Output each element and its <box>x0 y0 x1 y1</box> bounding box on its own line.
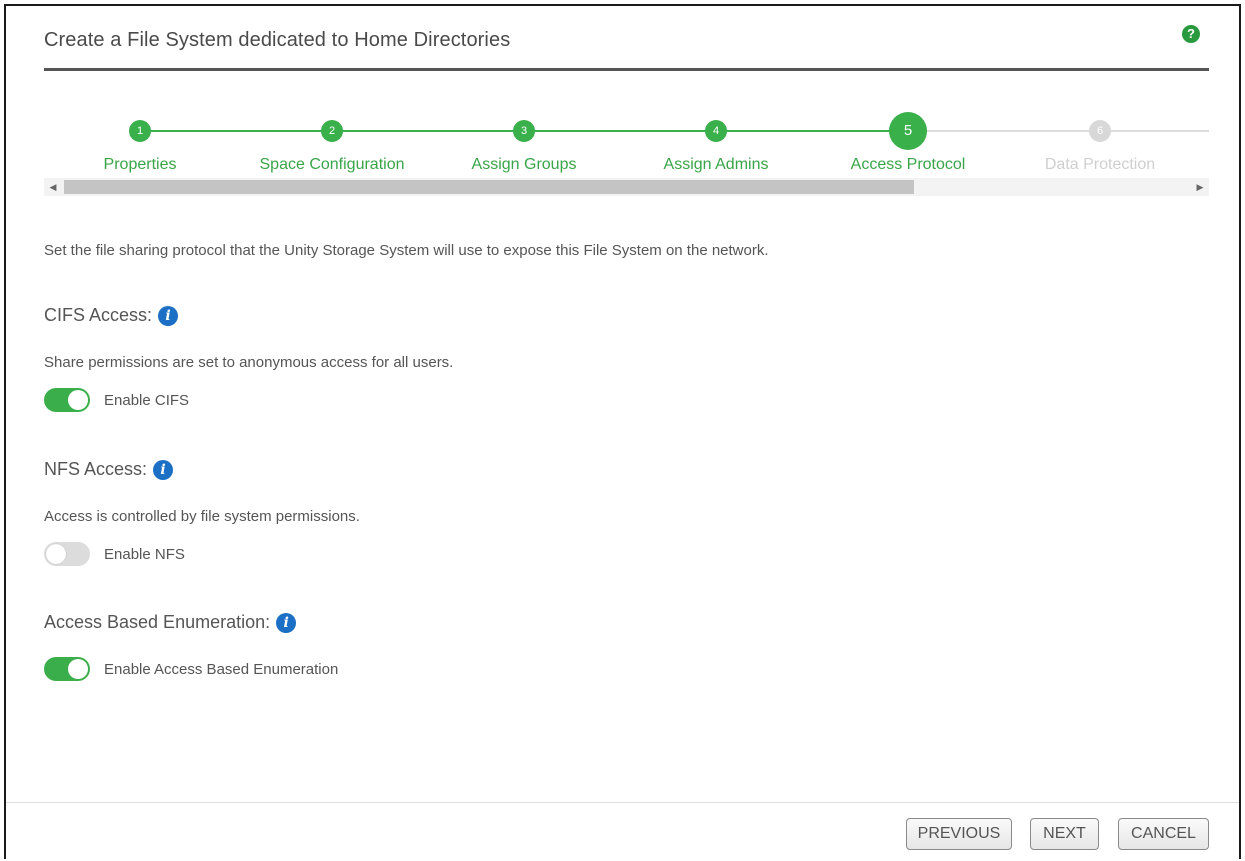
step-5-label[interactable]: Access Protocol <box>851 156 966 174</box>
footer-divider <box>6 802 1239 803</box>
step-3-dot[interactable]: 3 <box>513 120 535 142</box>
cifs-info-icon[interactable]: i <box>158 306 179 326</box>
toggle-knob <box>68 659 88 679</box>
enable-cifs-label: Enable CIFS <box>104 391 190 409</box>
dialog-title: Create a File System dedicated to Home D… <box>44 29 511 51</box>
nfs-toggle-row: Enable NFS <box>44 541 185 567</box>
stepper-scrollbar[interactable]: ◀ ▶ <box>44 178 1209 196</box>
step-6-label: Data Protection <box>1044 156 1156 173</box>
enable-cifs-toggle[interactable] <box>44 388 90 412</box>
abe-title-text: Access Based Enumeration: <box>44 612 271 632</box>
step-2-label[interactable]: Space Configuration <box>260 156 405 174</box>
toggle-knob <box>46 544 66 564</box>
step-4-dot[interactable]: 4 <box>705 120 727 142</box>
scrollbar-thumb[interactable] <box>64 180 914 194</box>
intro-text: Set the file sharing protocol that the U… <box>44 242 769 259</box>
next-button[interactable]: NEXT <box>1030 818 1099 850</box>
abe-toggle-row: Enable Access Based Enumeration <box>44 656 338 682</box>
step-5-dot[interactable]: 5 <box>889 112 927 150</box>
abe-section-title: Access Based Enumeration: i <box>44 612 297 633</box>
cifs-toggle-row: Enable CIFS <box>44 387 189 413</box>
stepper-remaining-line <box>908 130 1209 132</box>
cancel-button[interactable]: CANCEL <box>1118 818 1209 850</box>
step-3-label[interactable]: Assign Groups <box>472 156 577 174</box>
cifs-title-text: CIFS Access: <box>44 305 153 325</box>
step-1-dot[interactable]: 1 <box>129 120 151 142</box>
toggle-knob <box>68 390 88 410</box>
abe-info-icon[interactable]: i <box>276 613 297 633</box>
enable-abe-toggle[interactable] <box>44 657 90 681</box>
cifs-section-title: CIFS Access: i <box>44 305 179 326</box>
scroll-left-icon[interactable]: ◀ <box>44 178 62 196</box>
step-6-dot: 6 <box>1089 120 1111 142</box>
scroll-right-icon[interactable]: ▶ <box>1191 178 1209 196</box>
nfs-section-title: NFS Access: i <box>44 459 174 480</box>
enable-nfs-toggle[interactable] <box>44 542 90 566</box>
help-icon[interactable]: ? <box>1182 25 1200 43</box>
nfs-title-text: NFS Access: <box>44 459 148 479</box>
step-2-dot[interactable]: 2 <box>321 120 343 142</box>
enable-nfs-label: Enable NFS <box>104 545 185 563</box>
previous-button[interactable]: PREVIOUS <box>906 818 1012 850</box>
step-4-label[interactable]: Assign Admins <box>664 156 769 174</box>
enable-abe-label: Enable Access Based Enumeration <box>104 660 339 678</box>
nfs-info-icon[interactable]: i <box>153 460 174 480</box>
step-1-label[interactable]: Properties <box>104 156 177 174</box>
title-divider <box>44 68 1209 71</box>
cifs-description: Share permissions are set to anonymous a… <box>44 354 454 371</box>
nfs-description: Access is controlled by file system perm… <box>44 508 360 525</box>
wizard-dialog: Create a File System dedicated to Home D… <box>4 4 1241 859</box>
